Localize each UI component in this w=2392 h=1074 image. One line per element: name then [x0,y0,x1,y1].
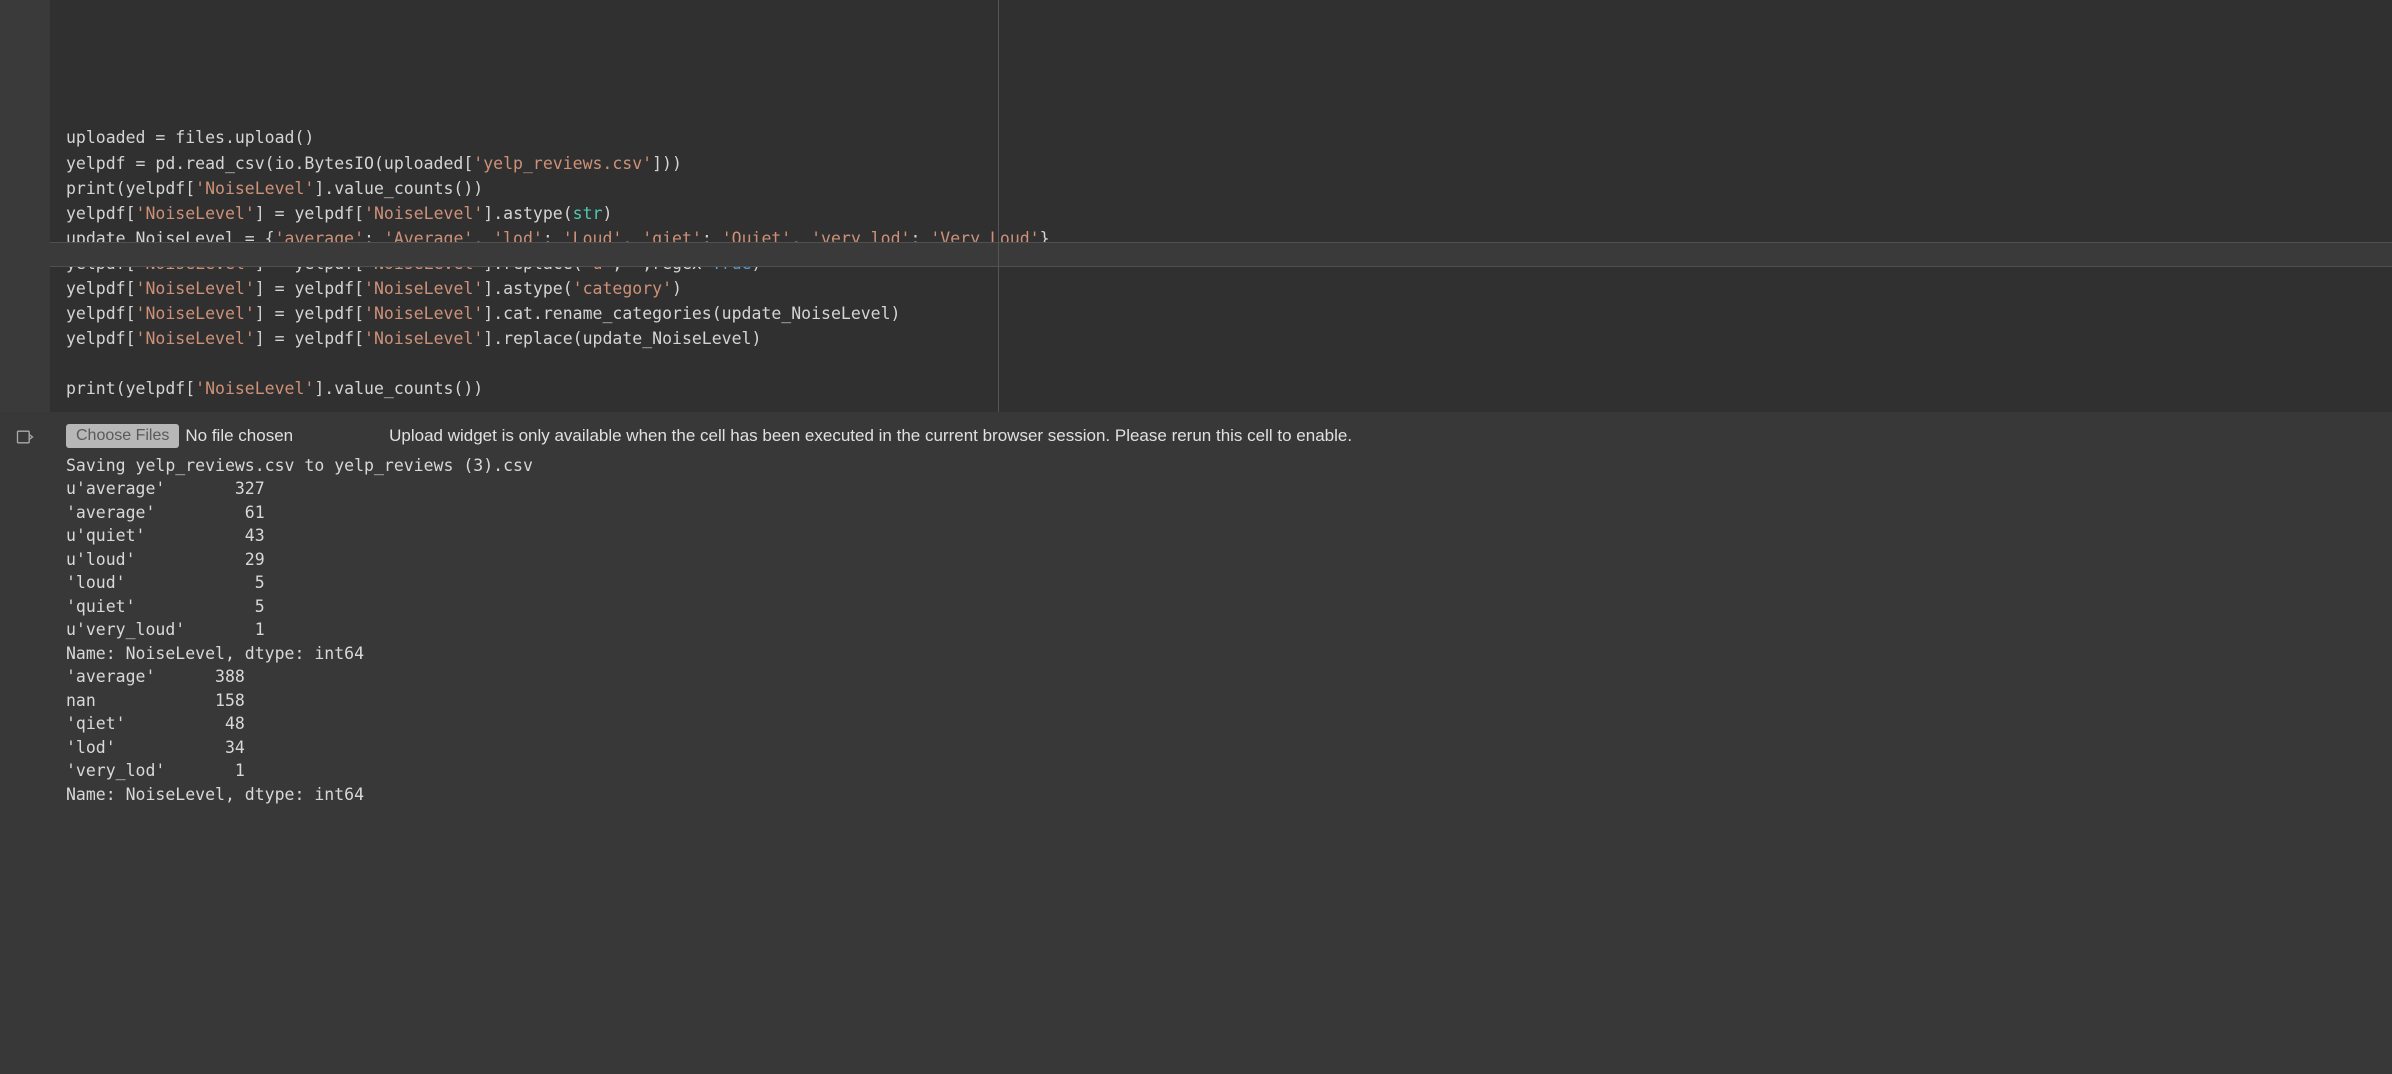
code-line[interactable]: print(yelpdf['NoiseLevel'].value_counts(… [66,176,2376,201]
code-input-area[interactable]: uploaded = files.upload()yelpdf = pd.rea… [0,0,2392,412]
choose-files-button[interactable]: Choose Files [66,424,179,448]
notebook-cell: uploaded = files.upload()yelpdf = pd.rea… [0,0,2392,816]
code-line[interactable]: yelpdf = pd.read_csv(io.BytesIO(uploaded… [66,151,2376,176]
code-editor[interactable]: uploaded = files.upload()yelpdf = pd.rea… [50,0,2392,412]
output-content: Choose Files No file chosen Upload widge… [50,424,2392,807]
code-line[interactable]: yelpdf['NoiseLevel'] = yelpdf['NoiseLeve… [66,276,2376,301]
code-line[interactable]: yelpdf['NoiseLevel'] = yelpdf['NoiseLeve… [66,326,2376,351]
output-toggle-icon[interactable] [15,427,35,807]
code-gutter [0,0,50,412]
stdout-text: Saving yelp_reviews.csv to yelp_reviews … [66,454,2392,807]
code-line[interactable]: update_NoiseLevel = {'average': 'Average… [66,226,2376,251]
cell-output-area: Choose Files No file chosen Upload widge… [0,412,2392,817]
code-line[interactable] [66,351,2376,376]
code-line[interactable]: print(yelpdf['NoiseLevel'].value_counts(… [66,376,2376,401]
file-upload-widget: Choose Files No file chosen Upload widge… [66,424,2392,448]
code-line[interactable]: yelpdf['NoiseLevel'] = yelpdf['NoiseLeve… [66,301,2376,326]
upload-widget-message: Upload widget is only available when the… [389,426,1352,446]
code-line[interactable]: yelpdf['NoiseLevel'] = yelpdf['NoiseLeve… [66,251,2376,276]
no-file-chosen-label: No file chosen [185,426,293,446]
code-line[interactable]: uploaded = files.upload() [66,125,2376,150]
code-line[interactable]: yelpdf['NoiseLevel'] = yelpdf['NoiseLeve… [66,201,2376,226]
